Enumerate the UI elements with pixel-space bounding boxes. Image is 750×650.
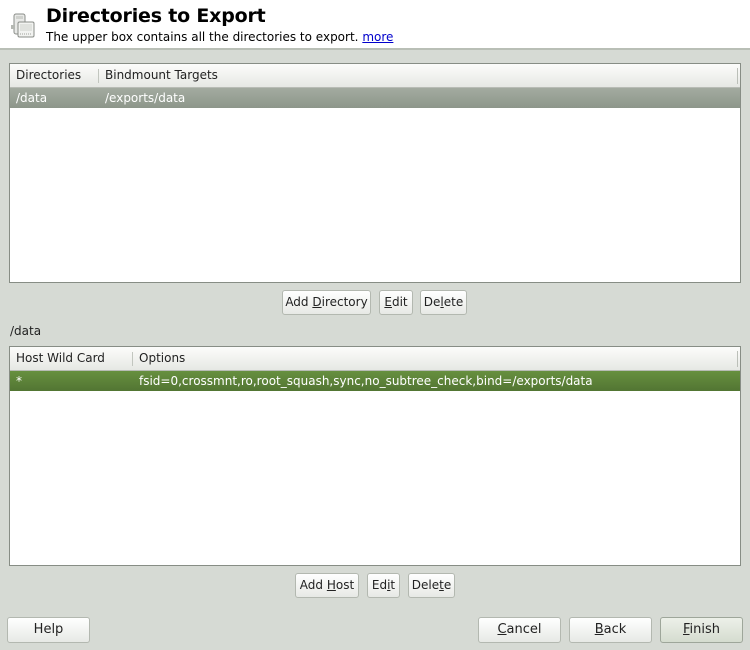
label: ost [335, 578, 355, 592]
table-header: Directories Bindmount Targets [10, 64, 740, 88]
table-row[interactable]: /data /exports/data [10, 88, 740, 108]
label: ancel [506, 622, 542, 637]
label: Add [285, 295, 313, 309]
hosts-table[interactable]: Host Wild Card Options * fsid=0,crossmnt… [9, 346, 741, 566]
mnemonic: B [594, 622, 604, 637]
selected-directory-label: /data [10, 324, 42, 338]
edit-host-button[interactable]: Edit [367, 573, 400, 598]
directories-table[interactable]: Directories Bindmount Targets /data /exp… [9, 63, 741, 283]
edit-directory-button[interactable]: Edit [379, 290, 413, 315]
label: ack [603, 622, 627, 637]
column-header-host-wild-card[interactable]: Host Wild Card [10, 347, 105, 370]
delete-host-button[interactable]: Delete [408, 573, 455, 598]
column-header-bindmount-targets[interactable]: Bindmount Targets [99, 64, 218, 87]
label: inish [689, 622, 721, 637]
more-link[interactable]: more [362, 30, 393, 44]
label: irectory [321, 295, 368, 309]
table-header: Host Wild Card Options [10, 347, 740, 371]
table-row[interactable]: * fsid=0,crossmnt,ro,root_squash,sync,no… [10, 371, 740, 391]
label: ete [443, 295, 464, 309]
mnemonic: H [326, 578, 336, 592]
subtitle-text: The upper box contains all the directori… [46, 30, 359, 44]
dialog-header: Directories to Export The upper box cont… [0, 0, 750, 50]
label: De [423, 295, 441, 309]
cell-host: * [16, 374, 22, 388]
header-edge [737, 351, 738, 367]
label: Dele [411, 578, 440, 592]
header-edge [737, 68, 738, 84]
column-header-directories[interactable]: Directories [10, 64, 81, 87]
cell-options: fsid=0,crossmnt,ro,root_squash,sync,no_s… [139, 374, 593, 388]
cancel-button[interactable]: Cancel [478, 617, 561, 643]
add-directory-button[interactable]: Add Directory [282, 290, 371, 315]
label: t [390, 578, 396, 592]
delete-directory-button[interactable]: Delete [420, 290, 467, 315]
help-button[interactable]: Help [7, 617, 90, 643]
back-button[interactable]: Back [569, 617, 652, 643]
label: Add [299, 578, 327, 592]
add-host-button[interactable]: Add Host [295, 573, 359, 598]
label: dit [391, 295, 408, 309]
page-title: Directories to Export [46, 5, 266, 27]
label: e [443, 578, 452, 592]
nfs-server-icon [10, 13, 36, 39]
mnemonic: C [497, 622, 507, 637]
label: Help [33, 622, 64, 637]
finish-button[interactable]: Finish [660, 617, 743, 643]
column-header-options[interactable]: Options [133, 347, 185, 370]
page-subtitle: The upper box contains all the directori… [46, 30, 393, 44]
mnemonic: E [384, 295, 392, 309]
label: Ed [371, 578, 388, 592]
cell-directory: /data [16, 91, 48, 105]
cell-target: /exports/data [105, 91, 186, 105]
mnemonic: D [312, 295, 322, 309]
